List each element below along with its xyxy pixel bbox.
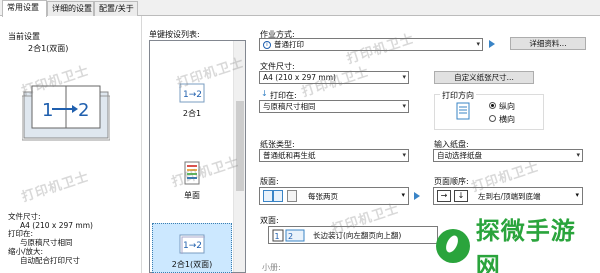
site-logo: 探微手游网 bbox=[436, 217, 600, 273]
info-icon: i bbox=[263, 41, 271, 49]
layout-label: 版面: bbox=[260, 177, 279, 186]
preset-2in1[interactable]: 1→2 2合1 bbox=[152, 83, 232, 131]
page-order-label: 页面顺序: bbox=[434, 177, 469, 186]
svg-text:1: 1 bbox=[42, 100, 53, 121]
portrait-label: 纵向 bbox=[499, 102, 515, 111]
current-preset-name: 2合1(双面) bbox=[28, 44, 69, 53]
portrait-radio[interactable] bbox=[489, 102, 496, 109]
svg-text:1→2: 1→2 bbox=[183, 241, 202, 251]
tab-common-settings[interactable]: 常用设置 bbox=[2, 0, 47, 17]
play-arrow-icon bbox=[414, 192, 420, 200]
chevron-down-icon: ▾ bbox=[402, 102, 406, 110]
chevron-down-icon: ▾ bbox=[401, 191, 405, 199]
watermark-text: 打印机卫士 bbox=[345, 31, 417, 68]
arrow-right-icon: → bbox=[437, 190, 451, 202]
portrait-page-icon bbox=[456, 102, 470, 120]
landscape-label: 横向 bbox=[499, 115, 515, 124]
settings-page: 当前设置 2合1(双面) 1 2 文件尺寸: A4 (210 x 297 mm)… bbox=[0, 16, 600, 273]
svg-text:2: 2 bbox=[78, 100, 89, 121]
paper-type-select[interactable]: 普通纸和再生纸 ▾ bbox=[259, 149, 409, 162]
print-on-select[interactable]: 与原稿尺寸相同 ▾ bbox=[259, 100, 409, 113]
chevron-down-icon: ▾ bbox=[476, 40, 480, 48]
paper-type-value: 普通纸和再生纸 bbox=[263, 151, 316, 160]
booklet-label: 小册: bbox=[262, 263, 281, 272]
landscape-radio[interactable] bbox=[489, 115, 496, 122]
page-order-value: 左到右/顶端到底端 bbox=[478, 192, 541, 201]
current-settings-summary: 文件尺寸: A4 (210 x 297 mm) 打印在: 与原稿尺寸相同 缩小/… bbox=[8, 212, 93, 265]
chevron-down-icon: ▾ bbox=[575, 191, 579, 199]
duplex-label: 双面: bbox=[260, 216, 279, 225]
chevron-down-icon: ▾ bbox=[402, 151, 406, 159]
job-details-button[interactable]: 详细资料... bbox=[510, 37, 586, 50]
chevron-down-icon: ▾ bbox=[576, 151, 580, 159]
preset-2in1-label: 2合1 bbox=[182, 109, 202, 118]
current-settings-title: 当前设置 bbox=[8, 32, 40, 41]
layout-value: 每张两页 bbox=[308, 192, 338, 201]
leaf-logo-icon bbox=[436, 229, 470, 263]
preset-2in1-duplex-icon: 1→2 bbox=[179, 234, 207, 256]
summary-scale-value: 自动配合打印尺寸 bbox=[20, 255, 80, 265]
layout-page-icon bbox=[263, 190, 273, 202]
svg-text:2: 2 bbox=[288, 232, 293, 241]
watermark-text: 打印机卫士 bbox=[300, 64, 372, 101]
current-settings-panel: 当前设置 2合1(双面) 1 2 文件尺寸: A4 (210 x 297 mm)… bbox=[0, 16, 142, 273]
play-arrow-icon bbox=[489, 40, 495, 48]
print-on-value: 与原稿尺寸相同 bbox=[263, 102, 316, 111]
orientation-label: 打印方向 bbox=[440, 90, 476, 101]
duplex-icon: 1 2 bbox=[272, 229, 305, 242]
site-logo-text: 探微手游网 bbox=[475, 217, 576, 273]
layout-page-icon bbox=[273, 190, 283, 202]
input-tray-select[interactable]: 自动选择纸盘 ▾ bbox=[433, 149, 583, 162]
tab-config-about[interactable]: 配置/关于 bbox=[94, 1, 138, 16]
preset-2in1-duplex-label: 2合1(双面) bbox=[171, 260, 213, 269]
presets-scrollbar-thumb[interactable] bbox=[236, 101, 244, 191]
tab-strip: 常用设置 详细的设置 配置/关于 bbox=[0, 0, 600, 17]
tab-detailed-settings[interactable]: 详细的设置 bbox=[47, 1, 94, 16]
preset-2in1-duplex[interactable]: 1→2 2合1(双面) bbox=[152, 223, 232, 273]
layout-page-icon bbox=[287, 190, 297, 202]
duplex-value: 长边装订(向左翻页向上翻) bbox=[313, 231, 402, 240]
custom-paper-size-button[interactable]: 自定义纸张尺寸... bbox=[434, 71, 534, 84]
arrow-down-icon: ↓ bbox=[261, 89, 268, 98]
arrow-down-icon: ↓ bbox=[454, 190, 468, 202]
preset-single-sided-label: 单面 bbox=[184, 191, 200, 200]
page-order-select[interactable]: → ↓ 左到右/顶端到底端 ▾ bbox=[433, 187, 583, 205]
svg-text:1→2: 1→2 bbox=[183, 90, 202, 100]
svg-text:1: 1 bbox=[275, 232, 280, 241]
presets-list-label: 单键按设列表: bbox=[149, 30, 200, 39]
chevron-down-icon: ▾ bbox=[402, 73, 406, 81]
input-tray-value: 自动选择纸盘 bbox=[437, 151, 482, 160]
job-mode-value: 普通打印 bbox=[274, 40, 304, 49]
